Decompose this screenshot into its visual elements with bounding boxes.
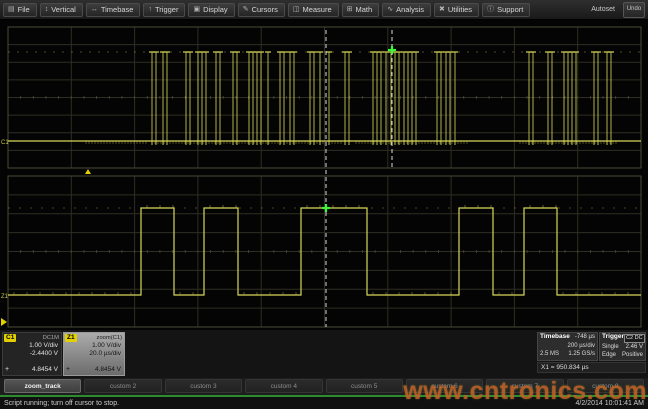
c1-cursor-readout: + 4.8454 V: [5, 366, 58, 374]
undo-button[interactable]: Undo: [623, 2, 645, 18]
menu-right: Autoset Undo: [588, 2, 645, 18]
tab-custom-2[interactable]: custom 2: [84, 379, 161, 393]
z1-header: Z1 zoom(C1): [64, 333, 124, 342]
menu-item-label: Cursors: [252, 5, 278, 14]
c1-badge: C1: [4, 334, 16, 342]
menu-item-label: Utilities: [448, 5, 472, 14]
z1-badge: Z1: [65, 334, 77, 342]
menu-item-measure[interactable]: ◫Measure: [288, 3, 339, 17]
c1-cursor-value: 4.8454 V: [32, 366, 58, 374]
cursor-cross-icon: +: [5, 366, 9, 374]
cursors-icon: ✎: [243, 6, 249, 13]
timebase-samples: 2.5 MS: [540, 350, 559, 359]
trigger-descriptor[interactable]: Trigger C2 DC Single 2.46 V Edge Positiv…: [599, 332, 646, 361]
z1-volts-per-div: 1.00 V/div: [64, 342, 124, 350]
menu-item-cursors[interactable]: ✎Cursors: [238, 3, 285, 17]
status-message: Script running; turn off cursor to stop.: [4, 400, 119, 407]
menu-item-label: Trigger: [155, 5, 178, 14]
timebase-rate: 1.25 GS/s: [568, 350, 595, 359]
tab-custom-8[interactable]: custom 8: [567, 379, 644, 393]
tab-zoom_track[interactable]: zoom_track: [4, 379, 81, 393]
timebase-per-div: 200 µs/div: [568, 342, 595, 351]
trigger-level: 2.46 V: [626, 343, 643, 352]
zoom-z1-descriptor[interactable]: Z1 zoom(C1) 1.00 V/div 20.0 µs/div + 4.8…: [63, 332, 125, 376]
x1-cursor-readout: X1 = 950.834 µs: [537, 362, 646, 373]
display-icon: ▣: [193, 6, 200, 13]
cursor-cross-icon: +: [66, 366, 70, 374]
vertical-arrows-icon: ↕: [45, 6, 49, 13]
c1-volts-per-div: 1.00 V/div: [3, 342, 61, 350]
file-icon: ▤: [8, 6, 15, 13]
trigger-title: Trigger: [602, 333, 624, 343]
menu-item-support[interactable]: ⓘSupport: [482, 3, 530, 17]
z1-time-per-div: 20.0 µs/div: [64, 350, 124, 358]
menu-item-utilities[interactable]: ✖Utilities: [434, 3, 479, 17]
menu-item-display[interactable]: ▣Display: [188, 3, 234, 17]
menu-item-label: Timebase: [101, 5, 134, 14]
analysis-icon: ∿: [387, 6, 393, 13]
tab-bar: zoom_trackcustom 2 custom 3custom 4 custom…: [0, 378, 648, 395]
menu-bar: ▤File↕Vertical↔Timebase↑Trigger▣Display✎…: [0, 0, 648, 20]
menu-item-analysis[interactable]: ∿Analysis: [382, 3, 431, 17]
c1-offset: -2.4400 V: [3, 350, 61, 358]
datetime: 4/2/2014 10:01:41 AM: [576, 400, 645, 407]
z1-trace-label: Z1: [1, 294, 9, 300]
z1-cursor-readout: + 4.8454 V: [66, 366, 121, 374]
oscilloscope-app: ▤File↕Vertical↔Timebase↑Trigger▣Display✎…: [0, 0, 648, 409]
menu-item-label: Support: [497, 5, 523, 14]
menu-item-label: Analysis: [396, 5, 424, 14]
trigger-mode: Single: [602, 343, 619, 352]
menu-item-label: Vertical: [51, 5, 76, 14]
channel-c1-descriptor[interactable]: C1 DC1M 1.00 V/div -2.4400 V + 4.8454 V: [2, 332, 62, 376]
autoset-button[interactable]: Autoset: [588, 5, 618, 14]
math-icon: ⊞: [347, 6, 353, 13]
support-icon: ⓘ: [487, 6, 494, 13]
z1-source: zoom(C1): [97, 334, 122, 342]
menu-item-file[interactable]: ▤File: [3, 3, 37, 17]
measure-icon: ◫: [293, 6, 300, 13]
tab-custom-5[interactable]: custom 5: [326, 379, 403, 393]
graticule: [8, 27, 641, 327]
timebase-delay: -748 µs: [575, 333, 595, 342]
scope-canvas: C1 Z1: [0, 20, 648, 330]
timebase-descriptor[interactable]: Timebase -748 µs 200 µs/div 2.5 MS 1.25 …: [537, 332, 598, 361]
menu-item-trigger[interactable]: ↑Trigger: [143, 3, 185, 17]
status-bar: Script running; turn off cursor to stop.…: [0, 395, 648, 409]
c1-header: C1 DC1M: [3, 333, 61, 342]
tab-custom-6[interactable]: custom 6: [406, 379, 483, 393]
menu-item-label: File: [18, 5, 30, 14]
timebase-title: Timebase: [540, 333, 570, 342]
trigger-type: Edge: [602, 351, 616, 360]
tab-custom-7[interactable]: custom 7: [486, 379, 563, 393]
menu-item-label: Display: [203, 5, 228, 14]
tab-custom-4[interactable]: custom 4: [245, 379, 322, 393]
menu-items: ▤File↕Vertical↔Timebase↑Trigger▣Display✎…: [3, 3, 530, 17]
menu-item-label: Measure: [302, 5, 331, 14]
zero-level-marker: [1, 318, 7, 326]
c1-coupling: DC1M: [43, 334, 59, 342]
trigger-edge-icon: ↑: [148, 6, 152, 13]
menu-item-math[interactable]: ⊞Math: [342, 3, 380, 17]
c1-trace-label: C1: [1, 140, 9, 146]
z1-cursor-value: 4.8454 V: [95, 366, 121, 374]
trigger-slope: Positive: [622, 351, 643, 360]
utilities-icon: ✖: [439, 6, 445, 13]
menu-item-label: Math: [356, 5, 373, 14]
trigger-position-marker: [85, 169, 91, 174]
cursor-lines[interactable]: [322, 30, 396, 327]
trigger-source-badge: C2 DC: [624, 334, 645, 343]
horizontal-arrows-icon: ↔: [91, 6, 98, 13]
menu-item-timebase[interactable]: ↔Timebase: [86, 3, 141, 17]
tab-custom-3[interactable]: custom 3: [165, 379, 242, 393]
waveform-display[interactable]: C1 Z1: [0, 20, 648, 330]
descriptor-row: C1 DC1M 1.00 V/div -2.4400 V + 4.8454 V …: [0, 330, 648, 378]
menu-item-vertical[interactable]: ↕Vertical: [40, 3, 83, 17]
